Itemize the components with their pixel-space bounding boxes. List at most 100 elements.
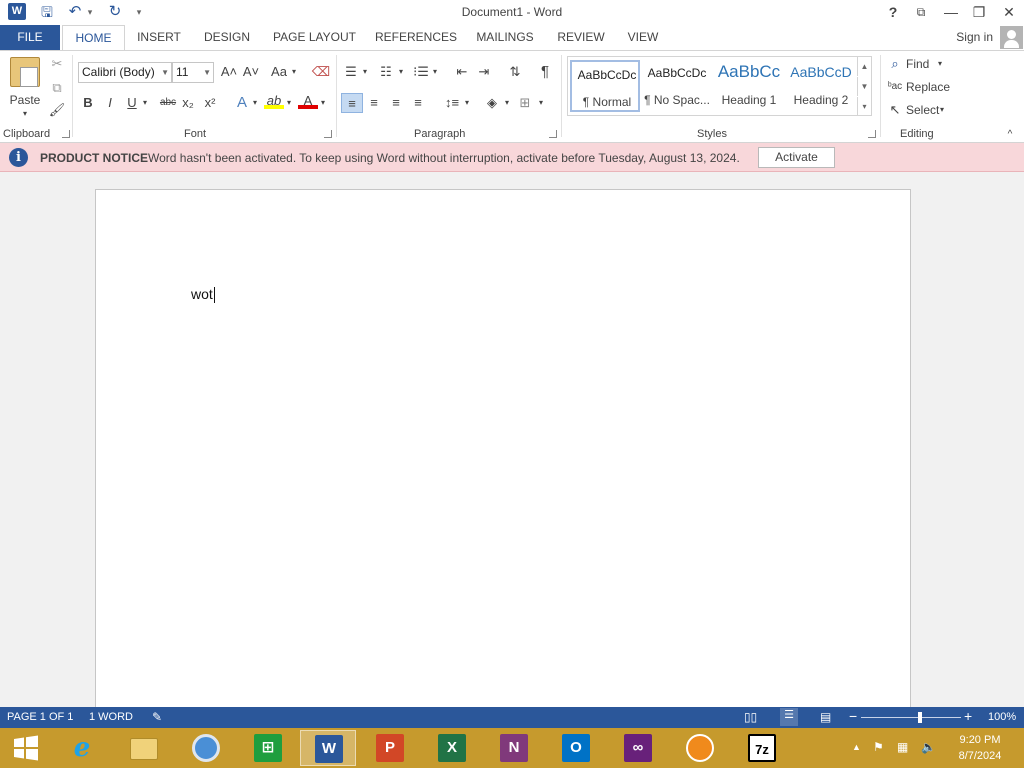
highlight-icon[interactable]: ab [264, 91, 284, 109]
taskbar-visual-studio[interactable]: ∞ [610, 730, 666, 766]
ribbon-display-options-button[interactable]: ⧉ [908, 2, 934, 22]
chevron-down-icon[interactable]: ▾ [462, 93, 472, 113]
chevron-down-icon[interactable]: ▾ [250, 93, 260, 113]
paste-dropdown-icon[interactable]: ▾ [16, 104, 34, 124]
align-left-icon[interactable]: ≡ [341, 93, 363, 113]
shrink-font-icon[interactable]: A˅ [240, 62, 262, 82]
collapse-ribbon-icon[interactable]: ^ [1000, 125, 1020, 145]
sign-in-link[interactable]: Sign in [956, 30, 993, 44]
word-app-icon[interactable]: W [8, 3, 26, 20]
customize-qat-icon[interactable]: ▾ [133, 2, 145, 22]
document-page[interactable]: wot [95, 189, 911, 719]
tab-references[interactable]: REFERENCES [373, 25, 459, 50]
taskbar-store[interactable]: ⊞ [240, 730, 296, 766]
decrease-indent-icon[interactable]: ⇤ [452, 62, 472, 82]
shading-icon[interactable]: ◈ [482, 93, 502, 113]
font-name-combo[interactable]: Calibri (Body) ▼ [78, 62, 172, 83]
tab-file[interactable]: FILE [0, 25, 60, 50]
chevron-down-icon[interactable]: ▾ [284, 93, 294, 113]
justify-icon[interactable]: ≡ [408, 93, 428, 113]
taskbar-powerpoint[interactable]: P [362, 730, 418, 766]
select-button[interactable]: Select [906, 100, 939, 120]
tab-view[interactable]: VIEW [621, 25, 665, 50]
chevron-down-icon[interactable]: ▾ [935, 54, 945, 74]
zoom-slider[interactable] [861, 717, 961, 718]
web-layout-icon[interactable]: ▤ [820, 710, 831, 724]
find-icon[interactable]: ⌕ [885, 54, 905, 74]
replace-icon[interactable]: ᵇac [885, 77, 905, 97]
italic-icon[interactable]: I [100, 93, 120, 113]
restore-button[interactable]: ❐ [966, 2, 992, 22]
style-heading-1[interactable]: AaBbCc Heading 1 [714, 60, 784, 112]
cut-icon[interactable]: ✂ [47, 54, 67, 74]
styles-launcher-icon[interactable] [868, 130, 876, 138]
clipboard-launcher-icon[interactable] [62, 130, 70, 138]
multilevel-list-icon[interactable]: ⁝☰ [410, 62, 432, 82]
chevron-down-icon[interactable]: ▾ [396, 62, 406, 82]
text-effects-icon[interactable]: A [232, 93, 252, 113]
chevron-down-icon[interactable]: ▾ [536, 93, 546, 113]
paragraph-launcher-icon[interactable] [549, 130, 557, 138]
network-icon[interactable]: ▦ [897, 740, 908, 754]
taskbar-internet-explorer[interactable]: e [54, 730, 110, 766]
close-button[interactable]: ✕ [996, 2, 1022, 22]
taskbar-vlc[interactable] [672, 730, 728, 766]
find-button[interactable]: Find [906, 54, 932, 74]
chevron-down-icon[interactable]: ▾ [289, 62, 299, 82]
format-painter-icon[interactable]: 🖌 [47, 100, 67, 120]
underline-icon[interactable]: U [122, 93, 142, 113]
chevron-down-icon[interactable]: ▾ [140, 93, 150, 113]
chevron-down-icon[interactable]: ▾ [360, 62, 370, 82]
numbering-icon[interactable]: ☷ [376, 62, 396, 82]
chevron-down-icon[interactable]: ▾ [937, 100, 947, 120]
style-heading-2[interactable]: AaBbCcD Heading 2 [786, 60, 856, 112]
print-layout-icon[interactable]: ☰ [780, 708, 798, 726]
line-spacing-icon[interactable]: ↕≡ [440, 93, 464, 113]
chevron-down-icon[interactable]: ▾ [430, 62, 440, 82]
help-button[interactable]: ? [880, 2, 906, 22]
avatar[interactable] [1000, 26, 1023, 49]
subscript-icon[interactable]: x₂ [178, 93, 198, 113]
borders-icon[interactable]: ⊞ [515, 93, 535, 113]
taskbar-7zip[interactable]: 7z [734, 730, 790, 766]
center-icon[interactable]: ≡ [364, 93, 384, 113]
tab-mailings[interactable]: MAILINGS [470, 25, 540, 50]
style-no-spacing[interactable]: AaBbCcDc ¶ No Spac... [642, 60, 712, 112]
zoom-slider-thumb[interactable] [917, 712, 922, 723]
word-count[interactable]: 1 WORD [89, 711, 133, 723]
gallery-down-icon[interactable]: ▼ [857, 77, 871, 96]
zoom-out-button[interactable]: − [849, 708, 857, 724]
tab-review[interactable]: REVIEW [551, 25, 611, 50]
taskbar-chrome[interactable] [178, 730, 234, 766]
undo-icon[interactable]: ↶ [66, 2, 84, 22]
change-case-icon[interactable]: Aa [268, 62, 290, 82]
minimize-button[interactable]: — [938, 2, 964, 22]
tab-page-layout[interactable]: PAGE LAYOUT [267, 25, 362, 50]
style-normal[interactable]: AaBbCcDc ¶ Normal [570, 60, 640, 112]
grow-font-icon[interactable]: A˄ [218, 62, 240, 82]
page-count[interactable]: PAGE 1 OF 1 [7, 711, 73, 723]
strikethrough-icon[interactable]: abc [156, 93, 180, 113]
taskbar-word[interactable]: W [300, 730, 356, 766]
taskbar-outlook[interactable]: O [548, 730, 604, 766]
chevron-down-icon[interactable]: ▼ [203, 63, 211, 82]
taskbar-onenote[interactable]: N [486, 730, 542, 766]
read-mode-icon[interactable]: ▯▯ [744, 710, 757, 724]
show-hidden-icons[interactable]: ▲ [852, 742, 861, 752]
font-launcher-icon[interactable] [324, 130, 332, 138]
action-center-icon[interactable]: ⚑ [873, 740, 884, 754]
sort-icon[interactable]: ⇅ [505, 62, 525, 82]
save-icon[interactable]: 🖫 [37, 2, 57, 22]
tab-home[interactable]: HOME [62, 25, 125, 51]
redo-icon[interactable]: ↻ [106, 2, 124, 22]
zoom-in-button[interactable]: + [964, 708, 972, 724]
select-icon[interactable]: ↖ [885, 100, 905, 120]
chevron-down-icon[interactable]: ▾ [318, 93, 328, 113]
chevron-down-icon[interactable]: ▾ [502, 93, 512, 113]
zoom-level[interactable]: 100% [988, 711, 1016, 723]
superscript-icon[interactable]: x² [200, 93, 220, 113]
undo-dropdown-icon[interactable]: ▾ [85, 2, 95, 22]
tab-design[interactable]: DESIGN [198, 25, 256, 50]
taskbar-excel[interactable]: X [424, 730, 480, 766]
volume-icon[interactable]: 🔈 [921, 740, 936, 754]
